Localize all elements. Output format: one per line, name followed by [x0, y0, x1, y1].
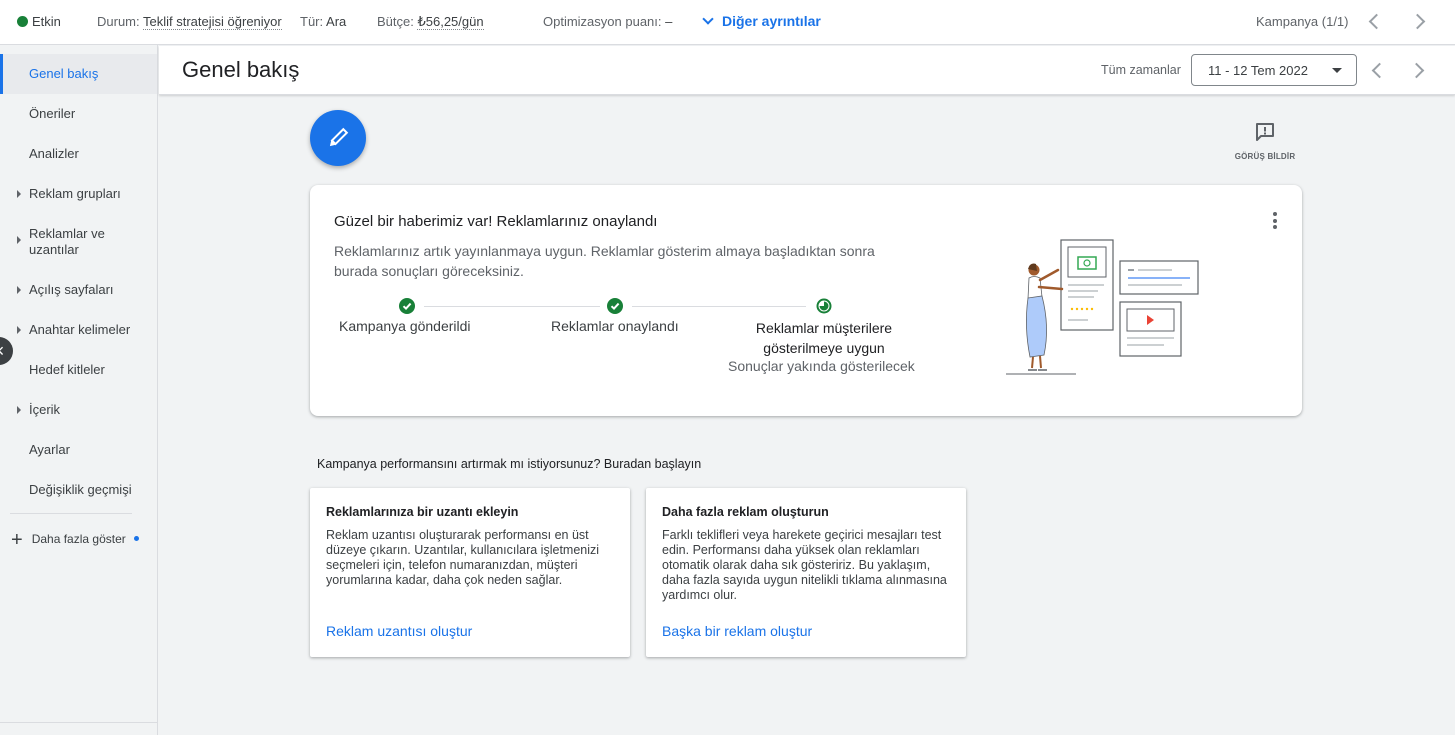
status-text: Etkin	[32, 14, 61, 29]
status-indicator: Etkin	[17, 14, 61, 29]
sidebar-item-genel-bakis[interactable]: Genel bakış	[0, 54, 157, 94]
sidebar-item-analizler[interactable]: Analizler	[0, 146, 157, 162]
suggestions-prompt: Kampanya performansını artırmak mı istiy…	[317, 457, 702, 471]
next-campaign-icon[interactable]	[1409, 13, 1426, 30]
card-description: Reklamlarınız artık yayınlanmaya uygun. …	[334, 243, 875, 279]
optimization-score: Optimizasyon puanı: –	[543, 14, 672, 29]
expand-arrow-icon	[17, 236, 21, 244]
show-more-label: Daha fazla göster	[31, 532, 126, 546]
card-title: Güzel bir haberimiz var! Reklamlarınız o…	[334, 213, 658, 230]
campaign-type: Tür: Ara	[300, 14, 346, 29]
plus-icon: +	[11, 529, 23, 551]
step-sublabel: Sonuçlar yakında gösterilecek	[728, 358, 915, 374]
previous-period-icon[interactable]	[1371, 62, 1388, 79]
check-circle-icon	[607, 298, 623, 314]
ads-illustration	[1006, 239, 1199, 375]
budget-label: Bütçe:	[377, 14, 414, 29]
expand-arrow-icon	[17, 190, 21, 198]
in-progress-icon	[816, 298, 832, 314]
campaign-status-bar: Etkin Durum: Teklif stratejisi öğreniyor…	[0, 0, 1455, 45]
step-connector	[424, 306, 600, 307]
feedback-icon	[1256, 123, 1274, 141]
show-more-button[interactable]: + Daha fazla göster	[11, 529, 139, 552]
sidebar-item-label: Genel bakış	[29, 66, 99, 81]
more-details-button[interactable]: Diğer ayrıntılar	[702, 13, 821, 29]
sidebar-item-acilis-sayfalari[interactable]: Açılış sayfaları	[0, 282, 157, 298]
feedback-label: GÖRÜŞ BİLDİR	[1234, 152, 1296, 161]
sidebar-item-icerik[interactable]: İçerik	[0, 402, 157, 418]
sidebar-divider	[10, 513, 132, 514]
type-label: Tür:	[300, 14, 324, 29]
suggestion-title: Daha fazla reklam oluşturun	[662, 505, 829, 519]
sidebar-bottom-divider	[0, 722, 157, 723]
feedback-button[interactable]: GÖRÜŞ BİLDİR	[1230, 121, 1300, 161]
sidebar-item-reklam-gruplari[interactable]: Reklam grupları	[0, 186, 157, 202]
optimization-value: –	[665, 14, 673, 29]
new-indicator-dot	[133, 536, 139, 541]
expand-arrow-icon	[17, 406, 21, 414]
sidebar-item-ayarlar[interactable]: Ayarlar	[0, 442, 157, 458]
sidebar-nav: Genel bakış Öneriler Analizler Reklam gr…	[0, 45, 158, 735]
expand-arrow-icon	[17, 326, 21, 334]
check-circle-icon	[399, 298, 415, 314]
date-range-picker[interactable]: 11 - 12 Tem 2022	[1191, 54, 1357, 86]
sidebar-item-anahtar-kelimeler[interactable]: Anahtar kelimeler	[0, 322, 157, 338]
pencil-icon	[329, 127, 349, 147]
type-value: Ara	[326, 14, 347, 29]
more-vert-icon[interactable]	[1273, 212, 1281, 232]
page-header: Genel bakış Tüm zamanlar 11 - 12 Tem 202…	[159, 46, 1455, 95]
sidebar-item-degisiklik-gecmisi[interactable]: Değişiklik geçmişi	[0, 482, 157, 498]
suggestion-body: Farklı teklifleri veya harekete geçirici…	[662, 528, 947, 602]
edit-fab-button[interactable]	[310, 110, 366, 166]
sidebar-item-hedef-kitleler[interactable]: Hedef kitleler	[0, 362, 157, 378]
optimization-label: Optimizasyon puanı:	[543, 14, 662, 29]
sidebar-item-reklamlar-ve-uzantilar[interactable]: Reklamlar ve uzantılar	[0, 226, 120, 258]
more-ads-suggestion-card: Daha fazla reklam oluşturun Farklı tekli…	[646, 488, 966, 657]
step-label: Reklamlar müşterilere gösterilmeye uygun	[755, 320, 893, 356]
more-details-label: Diğer ayrıntılar	[722, 13, 821, 29]
sidebar-item-oneriler[interactable]: Öneriler	[0, 106, 157, 122]
sidebar-item-label: Değişiklik geçmişi	[29, 482, 132, 497]
date-range-value: 11 - 12 Tem 2022	[1208, 63, 1308, 78]
expand-arrow-icon	[17, 286, 21, 294]
create-another-ad-link[interactable]: Başka bir reklam oluştur	[662, 623, 812, 639]
ads-approved-card: Güzel bir haberimiz var! Reklamlarınız o…	[310, 185, 1302, 416]
state-value[interactable]: Teklif stratejisi öğreniyor	[143, 14, 282, 30]
page-title: Genel bakış	[182, 57, 300, 82]
extension-suggestion-card: Reklamlarınıza bir uzantı ekleyin Reklam…	[310, 488, 630, 657]
dropdown-caret-icon	[1332, 68, 1342, 73]
previous-campaign-icon[interactable]	[1368, 13, 1385, 30]
state-label: Durum:	[97, 14, 140, 29]
campaign-counter: Kampanya (1/1)	[1256, 14, 1349, 29]
sidebar-item-label: Hedef kitleler	[29, 362, 105, 377]
sidebar-item-label: Öneriler	[29, 106, 76, 121]
suggestion-body: Reklam uzantısı oluşturarak performansı …	[326, 528, 600, 587]
sidebar-item-label: Anahtar kelimeler	[29, 322, 131, 337]
next-period-icon[interactable]	[1408, 62, 1425, 79]
create-extension-link[interactable]: Reklam uzantısı oluştur	[326, 623, 472, 639]
status-dot	[17, 16, 28, 27]
close-icon[interactable]: ×	[0, 337, 13, 365]
chevron-down-icon	[702, 13, 714, 25]
date-range-label: Tüm zamanlar	[1101, 63, 1181, 77]
sidebar-item-label: Açılış sayfaları	[29, 282, 114, 297]
sidebar-item-label: Ayarlar	[29, 442, 70, 457]
step-label: Kampanya gönderildi	[339, 318, 471, 334]
sidebar-item-label: Analizler	[29, 146, 79, 161]
step-label: Reklamlar onaylandı	[551, 318, 679, 334]
campaign-budget[interactable]: Bütçe: ₺56,25/gün	[377, 14, 484, 30]
sidebar-item-label: İçerik	[29, 402, 61, 417]
campaign-state[interactable]: Durum: Teklif stratejisi öğreniyor	[97, 14, 282, 30]
step-connector	[632, 306, 806, 307]
sidebar-item-label: Reklam grupları	[29, 186, 121, 201]
budget-value[interactable]: ₺56,25/gün	[417, 14, 484, 30]
sidebar-item-label: Reklamlar ve uzantılar	[29, 226, 105, 257]
suggestion-title: Reklamlarınıza bir uzantı ekleyin	[326, 505, 519, 519]
